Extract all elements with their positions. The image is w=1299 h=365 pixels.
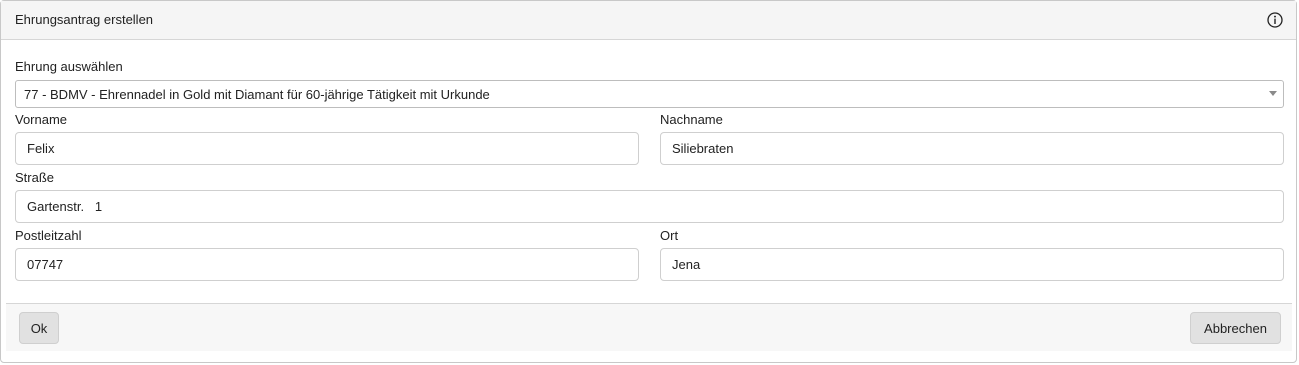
ehrung-label: Ehrung auswählen [15, 59, 123, 74]
ehrungsantrag-dialog: Ehrungsantrag erstellen Ehrung auswählen… [0, 0, 1297, 363]
dialog-title: Ehrungsantrag erstellen [15, 12, 154, 27]
ort-input[interactable] [660, 248, 1284, 281]
ehrung-select[interactable]: 77 - BDMV - Ehrennadel in Gold mit Diama… [15, 80, 1284, 108]
ehrung-selected-value: 77 - BDMV - Ehrennadel in Gold mit Diama… [24, 87, 490, 102]
chevron-down-icon[interactable] [1269, 91, 1277, 96]
dialog-header: Ehrungsantrag erstellen [1, 1, 1296, 40]
vorname-input[interactable] [15, 132, 639, 165]
ok-button[interactable]: Ok [19, 312, 59, 344]
info-icon[interactable] [1267, 12, 1283, 28]
ort-label: Ort [660, 228, 679, 243]
nachname-input[interactable] [660, 132, 1284, 165]
strasse-input[interactable] [15, 190, 1284, 223]
postleitzahl-label: Postleitzahl [15, 228, 82, 243]
strasse-label: Straße [15, 170, 55, 185]
dialog-footer: Ok Abbrechen [6, 303, 1292, 351]
postleitzahl-input[interactable] [15, 248, 639, 281]
nachname-label: Nachname [660, 112, 723, 127]
cancel-button[interactable]: Abbrechen [1190, 312, 1281, 344]
vorname-label: Vorname [15, 112, 68, 127]
